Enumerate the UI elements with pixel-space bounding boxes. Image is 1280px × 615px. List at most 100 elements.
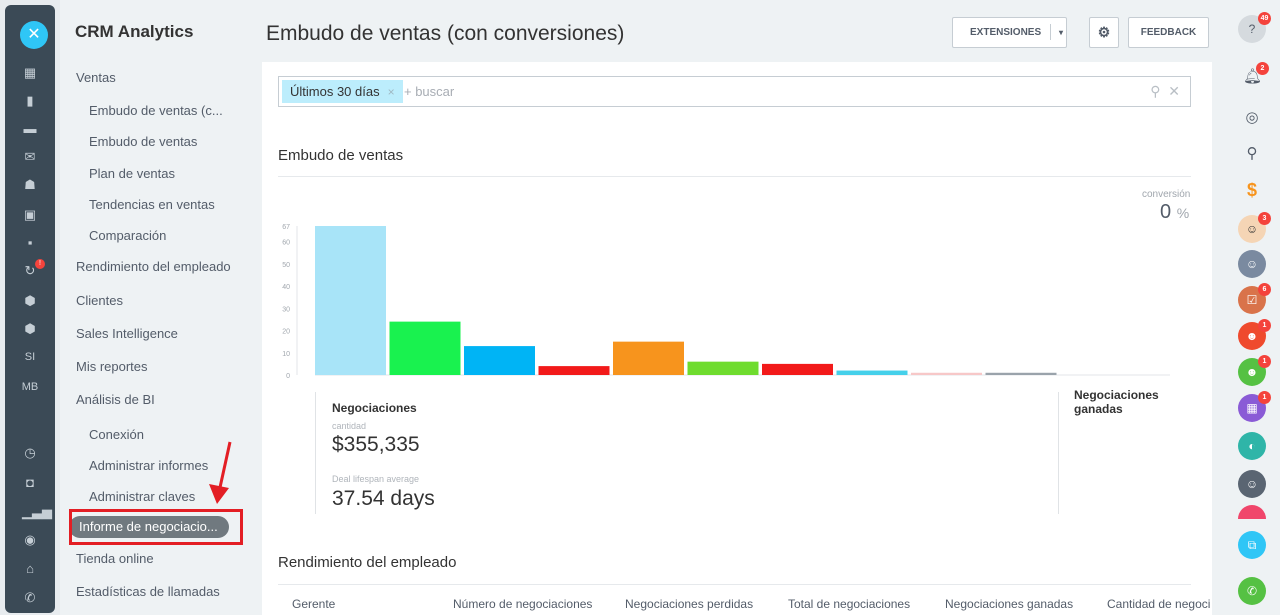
robot-icon[interactable]: ◘ bbox=[22, 476, 38, 490]
search-icon-right[interactable]: ⚲ bbox=[1243, 144, 1261, 162]
shop-icon[interactable]: ⌂ bbox=[22, 562, 38, 576]
search-icon[interactable]: ⚲ bbox=[1150, 83, 1160, 99]
funnel-bar[interactable] bbox=[315, 226, 386, 375]
funnel-bar[interactable] bbox=[985, 372, 1057, 375]
sidebar-item-tendencias[interactable]: Tendencias en ventas bbox=[89, 197, 215, 212]
sidebar-item-tienda-online[interactable]: Tienda online bbox=[76, 551, 154, 566]
dollar-icon[interactable]: $ bbox=[1243, 180, 1261, 201]
user-badge: 1 bbox=[1258, 319, 1271, 332]
close-icon[interactable]: ✕ bbox=[20, 21, 48, 49]
main-area: Embudo de ventas (con conversiones) EXTE… bbox=[250, 0, 1225, 615]
call-icon[interactable]: ✆ bbox=[1238, 577, 1266, 605]
won-deals-heading: Negociaciones ganadas bbox=[1074, 388, 1159, 416]
column-numero[interactable]: Número de negociaciones bbox=[453, 597, 592, 611]
sync-badge: ! bbox=[35, 259, 45, 269]
filter-tag-close-icon[interactable]: × bbox=[388, 85, 395, 99]
chat-group-icon[interactable]: ◐ bbox=[1238, 432, 1266, 460]
funnel-divider bbox=[278, 176, 1191, 177]
box-icon[interactable]: ⬢ bbox=[22, 294, 38, 308]
task-badge: 6 bbox=[1258, 283, 1271, 296]
funnel-bar[interactable] bbox=[762, 363, 833, 375]
column-total[interactable]: Total de negociaciones bbox=[788, 597, 910, 611]
funnel-bar[interactable] bbox=[911, 372, 982, 375]
funnel-bar[interactable] bbox=[687, 361, 759, 375]
avatar[interactable]: ☺ bbox=[1238, 250, 1266, 278]
avatar-2[interactable]: ☺ bbox=[1238, 470, 1266, 498]
filter-bar[interactable]: Últimos 30 días × + buscar ⚲ ✕ bbox=[278, 76, 1191, 107]
sidebar-item-embudo-conversiones[interactable]: Embudo de ventas (c... bbox=[89, 103, 223, 118]
column-ganadas[interactable]: Negociaciones ganadas bbox=[945, 597, 1073, 611]
drive-icon[interactable]: ▬ bbox=[22, 122, 38, 136]
employee-divider bbox=[278, 584, 1191, 585]
funnel-chart: 0 10 20 30 40 50 60 67 bbox=[282, 224, 1170, 380]
amount-value: $355,335 bbox=[332, 433, 420, 456]
sidebar-item-mis-reportes[interactable]: Mis reportes bbox=[76, 359, 148, 374]
y-tick-label: 10 bbox=[282, 351, 290, 358]
rail-si[interactable]: SI bbox=[0, 351, 60, 363]
column-gerente[interactable]: Gerente bbox=[292, 597, 335, 611]
tasks-icon[interactable]: ▣ bbox=[22, 208, 38, 222]
rail-mb[interactable]: MB bbox=[0, 381, 60, 393]
y-tick-label: 0 bbox=[286, 373, 290, 380]
y-tick-label: 30 bbox=[282, 306, 290, 313]
clear-icon[interactable]: ✕ bbox=[1168, 83, 1180, 99]
feedback-button[interactable]: FEEDBACK bbox=[1128, 17, 1209, 48]
group-badge: 1 bbox=[1258, 355, 1271, 368]
pointer-arrow-icon bbox=[209, 441, 232, 504]
funnel-bar[interactable] bbox=[464, 346, 535, 375]
sidebar-item-estadisticas-llamadas[interactable]: Estadísticas de llamadas bbox=[76, 584, 220, 599]
box2-icon[interactable]: ⬢ bbox=[22, 322, 38, 336]
sidebar-item-rendimiento[interactable]: Rendimiento del empleado bbox=[76, 259, 231, 274]
sidebar-item-ventas[interactable]: Ventas bbox=[76, 70, 116, 85]
y-tick-label: 60 bbox=[282, 240, 290, 247]
phone-icon[interactable]: ✆ bbox=[22, 591, 38, 605]
filter-tag[interactable]: Últimos 30 días × bbox=[282, 80, 403, 103]
bell-badge: 2 bbox=[1256, 62, 1269, 75]
sidebar-item-administrar-claves[interactable]: Administrar claves bbox=[89, 489, 195, 504]
open-icon[interactable]: ⧉ bbox=[1238, 531, 1266, 559]
funnel-bar[interactable] bbox=[836, 370, 908, 375]
sidebar-title: CRM Analytics bbox=[75, 22, 194, 41]
funnel-bar[interactable] bbox=[389, 321, 461, 375]
y-tick-label: 40 bbox=[282, 284, 290, 291]
highlight-box bbox=[69, 509, 243, 545]
sidebar-item-clientes[interactable]: Clientes bbox=[76, 293, 123, 308]
extensions-button[interactable]: EXTENSIONES ▾ bbox=[952, 17, 1067, 48]
target-icon[interactable]: ◉ bbox=[22, 533, 38, 547]
funnel-bar[interactable] bbox=[613, 341, 684, 375]
lifespan-value: 37.54 days bbox=[332, 487, 435, 510]
help-badge: 49 bbox=[1258, 12, 1271, 25]
left-rail: ✕ ▦ ▮ ▬ ✉ ☗ ▣ ▪ ↻ ! ⬢ ⬢ SI MB ◷ ◘ ▁▃▅ ◉ … bbox=[0, 0, 60, 615]
chat-icon-pink[interactable] bbox=[1238, 505, 1266, 519]
amount-label: cantidad bbox=[332, 421, 367, 431]
column-perdidas[interactable]: Negociaciones perdidas bbox=[625, 597, 753, 611]
column-cantidad[interactable]: Cantidad de negoci bbox=[1107, 597, 1210, 611]
sidebar-item-comparacion[interactable]: Comparación bbox=[89, 228, 166, 243]
analytics-icon[interactable]: ▁▃▅ bbox=[22, 505, 52, 519]
search-controls: ⚲ ✕ bbox=[1150, 83, 1180, 100]
document-icon[interactable]: ▮ bbox=[22, 94, 38, 108]
y-tick-label: 20 bbox=[282, 329, 290, 336]
employee-title: Rendimiento del empleado bbox=[278, 554, 457, 571]
search-input[interactable]: + buscar bbox=[404, 84, 454, 99]
apps-icon[interactable]: ▪ bbox=[22, 236, 38, 250]
contacts-icon[interactable]: ☗ bbox=[22, 178, 38, 192]
calendar-icon[interactable]: ▦ bbox=[22, 66, 38, 80]
sidebar-item-conexion[interactable]: Conexión bbox=[89, 427, 144, 442]
deals-heading: Negociaciones bbox=[332, 401, 417, 415]
mail-icon[interactable]: ✉ bbox=[22, 150, 38, 164]
sidebar-item-analisis-bi[interactable]: Análisis de BI bbox=[76, 392, 155, 407]
funnel-bar[interactable] bbox=[538, 366, 610, 375]
settings-button[interactable]: ⚙ bbox=[1089, 17, 1119, 48]
clock-icon[interactable]: ◷ bbox=[22, 446, 38, 460]
chat-icon[interactable]: ◎ bbox=[1243, 108, 1261, 126]
y-tick-label: 67 bbox=[282, 224, 290, 231]
sidebar-item-administrar-informes[interactable]: Administrar informes bbox=[89, 458, 208, 473]
sidebar-item-sales-intelligence[interactable]: Sales Intelligence bbox=[76, 326, 178, 341]
y-tick-label: 50 bbox=[282, 262, 290, 269]
filter-tag-label: Últimos 30 días bbox=[290, 84, 380, 99]
page-title: Embudo de ventas (con conversiones) bbox=[266, 22, 625, 45]
deals-stats: Negociaciones cantidad $355,335 Deal lif… bbox=[315, 392, 1059, 514]
sidebar-item-embudo[interactable]: Embudo de ventas bbox=[89, 134, 197, 149]
sidebar-item-plan[interactable]: Plan de ventas bbox=[89, 166, 175, 181]
